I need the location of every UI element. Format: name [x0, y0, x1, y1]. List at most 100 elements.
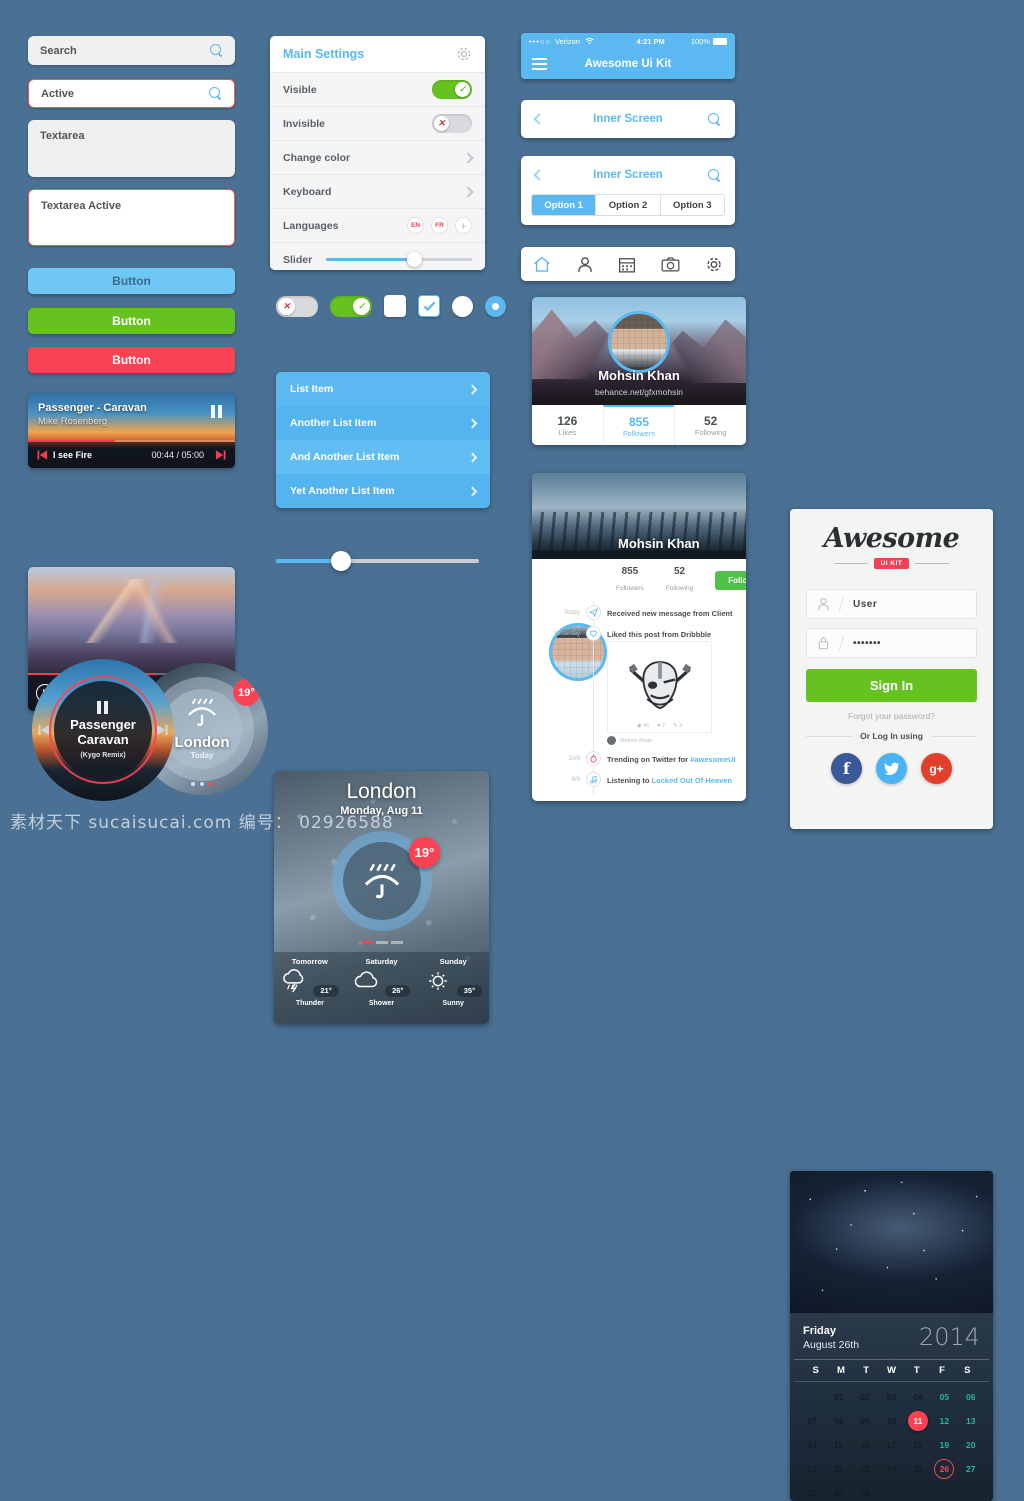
calendar-day-cell[interactable]: 23	[852, 1457, 878, 1481]
calendar-day-cell[interactable]: 18	[905, 1433, 931, 1457]
checkbox-checked[interactable]	[418, 295, 440, 317]
search-input[interactable]: Search	[28, 36, 235, 65]
radio-unselected[interactable]	[452, 295, 473, 317]
calendar-day-cell[interactable]: 12	[931, 1409, 957, 1433]
skip-next-icon[interactable]	[215, 450, 226, 460]
calendar-day-cell[interactable]: 07	[799, 1409, 825, 1433]
timeline-item[interactable]: Today Received new message from Client	[542, 605, 736, 620]
calendar-day-cell[interactable]	[905, 1481, 931, 1501]
calendar-day-cell[interactable]	[878, 1481, 904, 1501]
settings-row-visible[interactable]: Visible ✓	[270, 72, 485, 106]
calendar-day-cell[interactable]: 01	[825, 1385, 851, 1409]
settings-row-change-color[interactable]: Change color	[270, 140, 485, 174]
stat-likes[interactable]: 126 Likes	[532, 405, 603, 445]
segment-option-1[interactable]: Option 1	[532, 195, 596, 215]
slider-thumb[interactable]	[330, 551, 351, 571]
stat-following[interactable]: 52 Following	[674, 405, 746, 445]
forecast-day[interactable]: Saturday 26° Shower	[346, 952, 418, 1024]
sign-in-button[interactable]: Sign In	[806, 669, 977, 702]
segment-option-2[interactable]: Option 2	[595, 195, 660, 215]
radio-selected[interactable]	[485, 295, 506, 317]
slider-thumb[interactable]	[406, 252, 422, 267]
music-player-bar[interactable]: Passenger - Caravan Mike Rosenberg I see…	[28, 393, 235, 468]
list-item[interactable]: Another List Item	[276, 406, 490, 440]
calendar-day-cell[interactable]: 13	[958, 1409, 984, 1433]
textarea-active[interactable]: Textarea Active	[28, 189, 235, 246]
calendar-day-cell[interactable]: 30	[852, 1481, 878, 1501]
calendar-day-cell[interactable]: 10	[878, 1409, 904, 1433]
calendar-icon[interactable]	[618, 256, 636, 273]
home-icon[interactable]	[533, 256, 551, 273]
skip-previous-icon[interactable]	[37, 450, 48, 460]
dribbble-post-image[interactable]: ◉ 46 ♥ 7 ✎ 3	[607, 641, 712, 733]
button-primary[interactable]: Button	[28, 268, 235, 294]
calendar-day-cell[interactable]: 29	[825, 1481, 851, 1501]
toggle-invisible[interactable]: ✕	[432, 114, 472, 133]
button-success[interactable]: Button	[28, 308, 235, 334]
twitter-icon[interactable]	[876, 753, 907, 784]
gear-icon[interactable]	[705, 256, 723, 273]
textarea[interactable]: Textarea	[28, 120, 235, 177]
calendar-day-cell[interactable]: 17	[878, 1433, 904, 1457]
standalone-slider[interactable]	[276, 551, 479, 571]
calendar-day-cell[interactable]	[958, 1481, 984, 1501]
search-icon[interactable]	[708, 168, 721, 182]
calendar-day-cell[interactable]	[799, 1385, 825, 1409]
calendar-day-cell[interactable]: 22	[825, 1457, 851, 1481]
toggle-on-sample[interactable]: ✓	[330, 295, 372, 317]
calendar-day-cell[interactable]: 05	[931, 1385, 957, 1409]
calendar-day-cell[interactable]: 28	[799, 1481, 825, 1501]
calendar-day-cell[interactable]: 19	[931, 1433, 957, 1457]
skip-previous-icon[interactable]	[38, 724, 50, 736]
follow-button[interactable]: Follow	[715, 570, 746, 590]
weather-pager[interactable]	[360, 941, 403, 944]
calendar-day-cell[interactable]: 02	[852, 1385, 878, 1409]
circular-music-widget[interactable]: Passenger Caravan (Kygo Remix)	[32, 659, 174, 801]
toggle-off-sample[interactable]: ✕	[276, 295, 318, 317]
hamburger-icon[interactable]	[532, 58, 547, 70]
facebook-icon[interactable]: f	[831, 753, 862, 784]
username-field[interactable]: User	[806, 589, 977, 619]
timeline-item[interactable]: Yesterday Liked this post from Dribbble	[542, 626, 736, 745]
camera-icon[interactable]	[661, 256, 680, 273]
calendar-day-cell[interactable]: 08	[825, 1409, 851, 1433]
calendar-day-cell[interactable]: 25	[905, 1457, 931, 1481]
calendar-day-cell[interactable]: 03	[878, 1385, 904, 1409]
timeline-item[interactable]: 10/8 Trending on Twitter for #awesomeUI	[542, 751, 736, 766]
lang-chip-fr[interactable]: FR	[431, 217, 448, 234]
chevron-left-icon[interactable]	[533, 169, 545, 181]
calendar-day-cell[interactable]: 24	[878, 1457, 904, 1481]
skip-next-icon[interactable]	[156, 724, 168, 736]
calendar-day-cell[interactable]: 09	[852, 1409, 878, 1433]
search-icon[interactable]	[708, 112, 721, 126]
calendar-day-selected[interactable]: 26	[931, 1457, 957, 1481]
settings-row-keyboard[interactable]: Keyboard	[270, 174, 485, 208]
calendar-day-cell[interactable]: 21	[799, 1457, 825, 1481]
search-input-active[interactable]: Active	[28, 79, 235, 108]
list-item[interactable]: List Item	[276, 372, 490, 406]
checkbox-unchecked[interactable]	[384, 295, 406, 317]
toggle-visible[interactable]: ✓	[432, 80, 472, 99]
forgot-password-link[interactable]: Forgot your password?	[806, 711, 977, 721]
calendar-day-cell[interactable]: 27	[958, 1457, 984, 1481]
stat-followers[interactable]: 855 Followers	[602, 405, 675, 445]
google-plus-icon[interactable]: g+	[921, 753, 952, 784]
forecast-day[interactable]: Tomorrow 21° Thunder	[274, 952, 346, 1024]
password-field[interactable]: •••••••	[806, 628, 977, 658]
list-item[interactable]: And Another List Item	[276, 440, 490, 474]
calendar-day-cell[interactable]: 15	[825, 1433, 851, 1457]
list-item[interactable]: Yet Another List Item	[276, 474, 490, 508]
forecast-day[interactable]: Sunday 35° Sunny	[417, 952, 489, 1024]
feed-stat-following[interactable]: 52 Following	[666, 566, 693, 595]
calendar-day-cell[interactable]: 04	[905, 1385, 931, 1409]
pause-icon[interactable]	[211, 405, 223, 418]
chevron-left-icon[interactable]	[533, 113, 545, 125]
avatar[interactable]	[608, 311, 670, 373]
settings-row-slider[interactable]: Slider	[270, 242, 485, 270]
settings-slider-track[interactable]	[326, 252, 472, 267]
calendar-day-cell[interactable]	[931, 1481, 957, 1501]
lang-chip-en[interactable]: EN	[407, 217, 424, 234]
pause-icon[interactable]	[97, 701, 109, 715]
button-danger[interactable]: Button	[28, 347, 235, 373]
calendar-day-cell[interactable]: 20	[958, 1433, 984, 1457]
